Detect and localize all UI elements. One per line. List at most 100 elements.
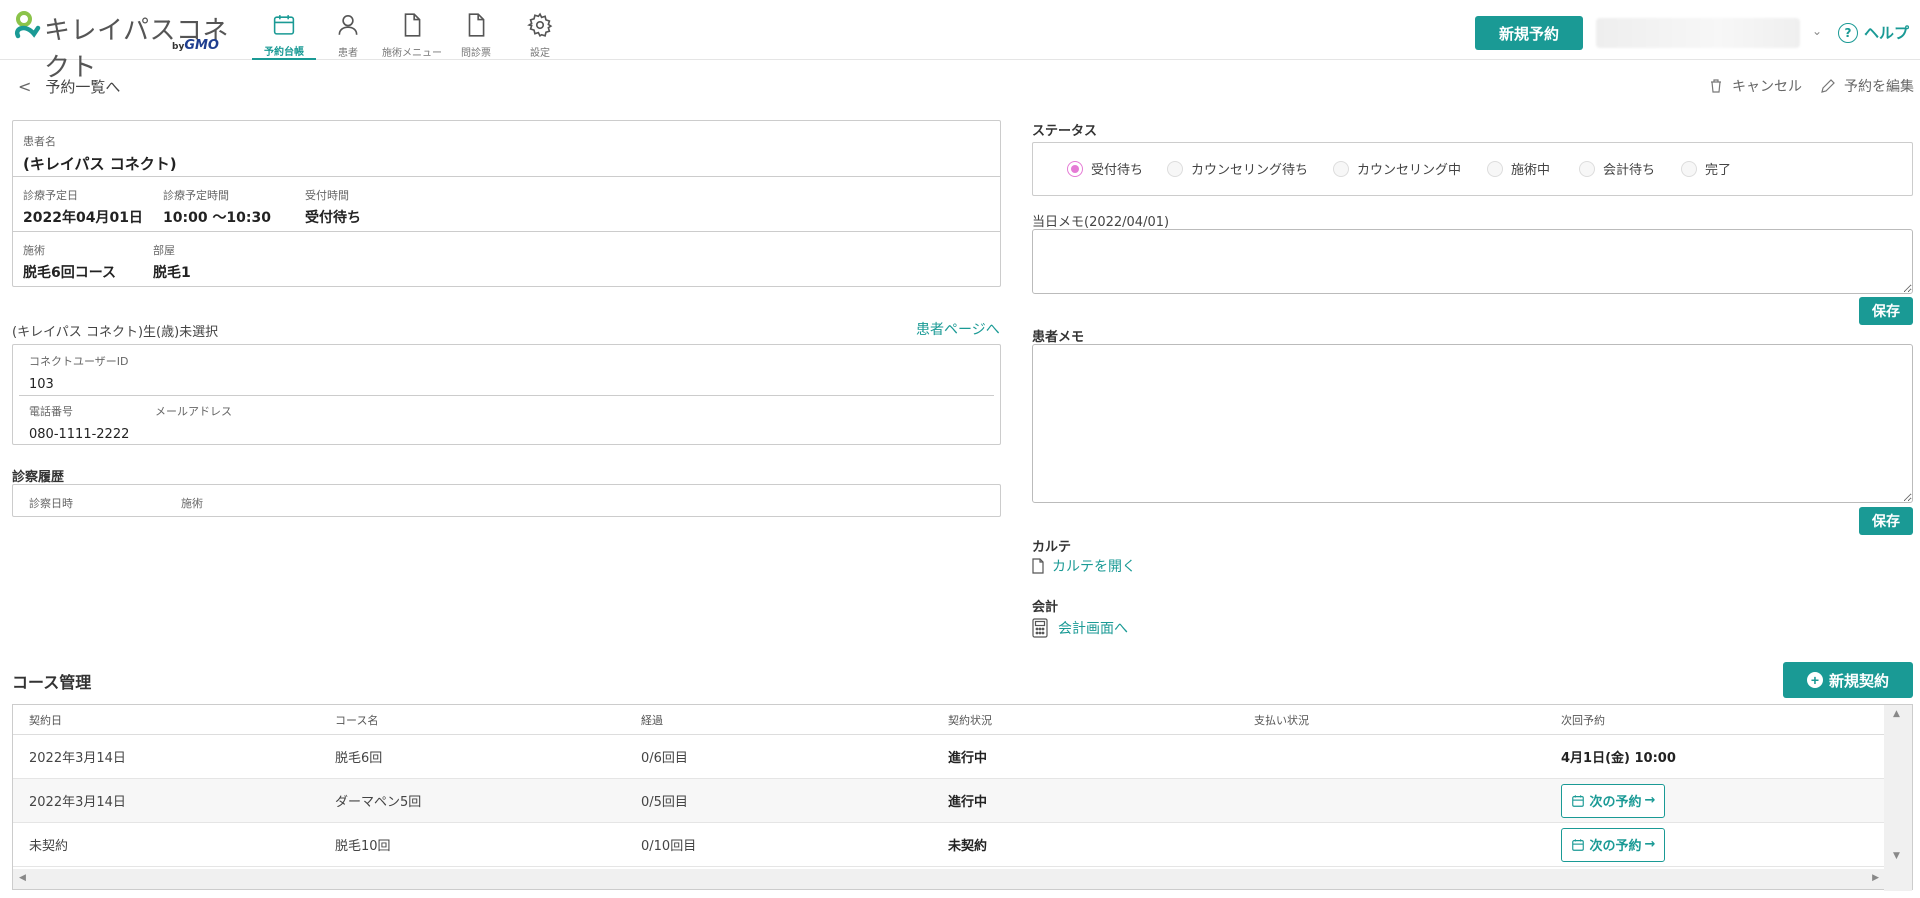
col-progress: 経過 [641, 713, 663, 727]
patient-name: (キレイパス コネクト) [23, 155, 177, 173]
plus-circle-icon: + [1806, 672, 1823, 688]
radio-icon [1167, 160, 1183, 177]
chevron-left-icon: < [18, 77, 32, 96]
col-payment-status: 支払い状況 [1254, 713, 1309, 727]
connect-id-label: コネクトユーザーID [29, 355, 129, 368]
col-contract-status: 契約状況 [948, 713, 992, 727]
table-row[interactable]: 2022年3月14日 ダーマペン5回 0/5回目 進行中 次の予約 → [13, 779, 1885, 823]
nav-label: 患者 [338, 48, 358, 59]
phone-label: 電話番号 [29, 405, 73, 418]
status-option-treatment[interactable]: 施術中 [1487, 159, 1550, 178]
scroll-up-icon[interactable]: ▲ [1893, 709, 1900, 719]
open-chart-label: カルテを開く [1052, 559, 1136, 575]
cancel-button[interactable]: キャンセル [1708, 76, 1802, 96]
reception-status: 受付待ち [305, 210, 361, 226]
day-memo-input[interactable] [1032, 229, 1913, 294]
nav-item-reservation-book[interactable]: 予約台帳 [252, 8, 316, 60]
cell-next-reservation: 次の予約 → [1561, 823, 1665, 866]
col-course-name: コース名 [335, 713, 379, 727]
nav-item-questionnaire[interactable]: 問診票 [444, 8, 508, 60]
new-reservation-button[interactable]: 新規予約 [1475, 16, 1583, 50]
patient-memo-input[interactable] [1032, 344, 1913, 503]
radio-icon [1579, 160, 1595, 177]
nav-label: 問診票 [461, 48, 491, 59]
status-option-done[interactable]: 完了 [1681, 159, 1731, 178]
nav-item-treatment-menu[interactable]: 施術メニュー [380, 8, 444, 60]
vertical-scrollbar[interactable]: ▲ ▼ [1884, 705, 1912, 891]
email-label: メールアドレス [155, 405, 232, 418]
arrow-right-icon: → [1644, 793, 1656, 808]
patient-page-link[interactable]: 患者ページへ [916, 319, 1000, 339]
col-next-reservation: 次回予約 [1561, 713, 1605, 727]
reception-label: 受付時間 [305, 189, 349, 202]
nav-item-patients[interactable]: 患者 [316, 8, 380, 60]
cell-progress: 0/5回目 [641, 795, 688, 810]
save-patient-memo-button[interactable]: 保存 [1859, 507, 1913, 535]
status-option-label: 施術中 [1511, 163, 1551, 178]
back-label: 予約一覧へ [45, 78, 121, 96]
nav-label: 予約台帳 [264, 47, 304, 58]
open-chart-link[interactable]: カルテを開く [1030, 556, 1136, 576]
main-nav: 予約台帳 患者 施術メニュー 問診票 設定 [252, 8, 572, 60]
radio-selected-icon [1067, 160, 1083, 177]
pencil-icon [1821, 79, 1835, 93]
calendar-icon [273, 15, 295, 35]
status-option-counseling[interactable]: カウンセリング中 [1333, 159, 1461, 178]
patient-name-label: 患者名 [23, 135, 56, 148]
brand-company: GMO [184, 38, 219, 53]
treatment-value: 脱毛6回コース [23, 265, 117, 281]
nav-item-settings[interactable]: 設定 [508, 8, 572, 60]
next-reservation-button[interactable]: 次の予約 → [1561, 827, 1665, 862]
cancel-label: キャンセル [1732, 79, 1802, 95]
status-radio-group: 受付待ち カウンセリング待ち カウンセリング中 施術中 会計待ち 完了 [1032, 142, 1913, 196]
nav-label: 施術メニュー [382, 48, 442, 59]
reservation-time: 10:00 〜10:30 [163, 210, 272, 226]
person-icon [338, 14, 358, 35]
chevron-down-icon[interactable]: ⌄ [1812, 24, 1822, 38]
horizontal-scrollbar[interactable]: ◀ ▶ [13, 869, 1885, 889]
brand-logo[interactable]: キレイパスコネクト byGMO [12, 8, 232, 83]
new-contract-button[interactable]: + 新規契約 [1783, 662, 1913, 698]
status-option-billing-wait[interactable]: 会計待ち [1579, 159, 1655, 178]
status-option-label: カウンセリング中 [1357, 163, 1462, 178]
patient-info-card: コネクトユーザーID 103 電話番号 080-1111-2222 メールアドレ… [12, 344, 1001, 445]
table-row[interactable]: 未契約 脱毛10回 0/10回目 未契約 次の予約 → [13, 823, 1885, 867]
document-icon [468, 13, 485, 37]
reservation-actions: キャンセル 予約を編集 [1690, 76, 1914, 96]
gear-icon [527, 12, 553, 38]
next-reservation-button[interactable]: 次の予約 → [1561, 783, 1665, 818]
status-option-label: 受付待ち [1091, 163, 1144, 178]
radio-icon [1681, 160, 1697, 177]
back-to-list-link[interactable]: < 予約一覧へ [18, 76, 120, 97]
billing-link-label: 会計画面へ [1058, 621, 1128, 637]
cell-contract-date: 2022年3月14日 [29, 751, 126, 766]
cell-progress: 0/6回目 [641, 751, 688, 766]
edit-reservation-button[interactable]: 予約を編集 [1820, 76, 1914, 96]
help-label: ヘルプ [1864, 24, 1910, 42]
user-menu[interactable] [1596, 18, 1800, 48]
status-option-label: カウンセリング待ち [1191, 163, 1309, 178]
status-option-counseling-wait[interactable]: カウンセリング待ち [1167, 159, 1308, 178]
patient-memo-label: 患者メモ [1032, 330, 1085, 345]
help-link[interactable]: ? ヘルプ [1838, 22, 1909, 43]
cell-next-reservation: 4月1日(金) 10:00 [1561, 751, 1676, 766]
radio-icon [1487, 160, 1503, 177]
save-day-memo-button[interactable]: 保存 [1859, 297, 1913, 325]
calendar-icon [1571, 838, 1584, 851]
reservation-date: 2022年04月01日 [23, 210, 143, 226]
document-icon [1032, 558, 1044, 574]
billing-label: 会計 [1032, 600, 1059, 615]
cell-contract-date: 未契約 [29, 839, 69, 854]
scroll-down-icon[interactable]: ▼ [1893, 851, 1900, 861]
connect-id-value: 103 [29, 377, 54, 392]
table-row[interactable]: 2022年3月14日 脱毛6回 0/6回目 進行中 4月1日(金) 10:00 [13, 735, 1885, 779]
treatment-label: 施術 [23, 244, 45, 257]
table-header: 契約日 コース名 経過 契約状況 支払い状況 次回予約 [13, 705, 1885, 735]
cell-progress: 0/10回目 [641, 839, 697, 854]
billing-link[interactable]: 会計画面へ [1032, 618, 1128, 638]
scroll-left-icon[interactable]: ◀ [19, 873, 26, 883]
new-contract-label: 新規契約 [1828, 672, 1889, 690]
status-option-waiting[interactable]: 受付待ち [1067, 159, 1143, 178]
cell-course-name: ダーマペン5回 [335, 795, 422, 810]
scroll-right-icon[interactable]: ▶ [1872, 873, 1879, 883]
